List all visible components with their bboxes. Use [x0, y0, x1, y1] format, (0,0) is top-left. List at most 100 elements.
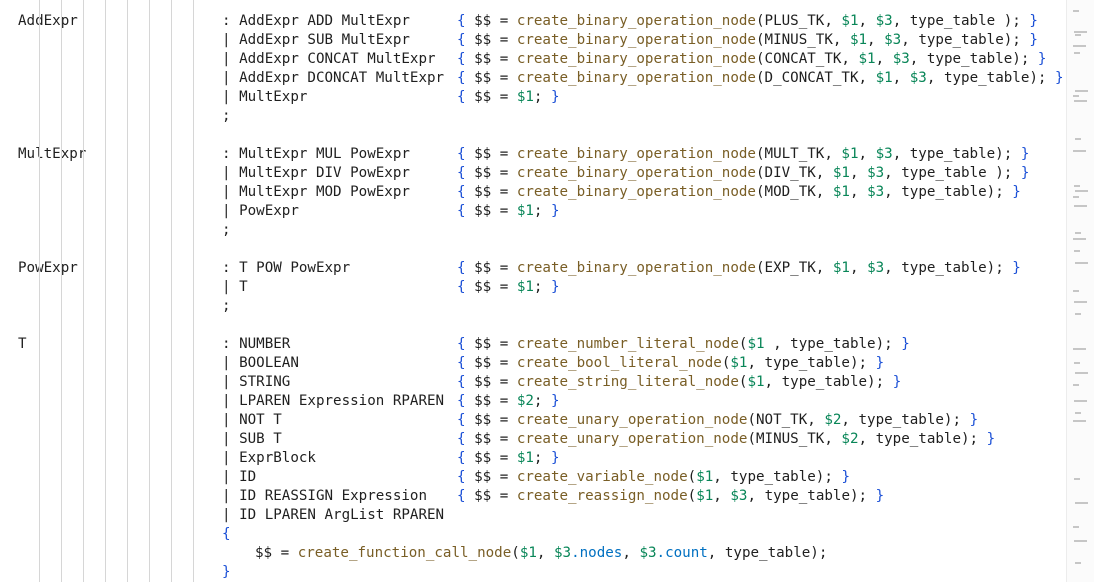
separator: : [222, 13, 231, 29]
semantic-action: { $$ = $1; } [457, 89, 560, 105]
separator: | [222, 507, 231, 523]
separator: | [222, 393, 231, 409]
assign-lhs: $$ = [474, 89, 517, 105]
semantic-value: $1 [841, 13, 859, 29]
assign-lhs: $$ = [474, 51, 517, 67]
grammar-line: | MultExpr MOD PowExpr { $$ = create_bina… [0, 183, 1066, 202]
semantic-action: { $$ = create_binary_operation_node(CONC… [457, 51, 1047, 67]
separator: | [222, 165, 231, 181]
minimap-line [1074, 100, 1087, 102]
minimap-line [1075, 90, 1088, 92]
assign-lhs: $$ = [474, 184, 517, 200]
production-symbols: MultExpr MUL PowExpr [239, 146, 410, 162]
terminator: ; [222, 222, 231, 238]
arg-text: , type_table); [892, 146, 1013, 162]
semantic-value: $1 [841, 146, 859, 162]
semantic-action: { $$ = create_unary_operation_node(NOT_T… [457, 412, 979, 428]
semantic-value: $3 [892, 51, 910, 67]
semantic-value: $1 [696, 488, 714, 504]
arg-text: DIV_TK, [764, 165, 833, 181]
grammar-line: | BOOLEAN { $$ = create_bool_literal_node… [0, 354, 1066, 373]
semantic-value: $1 [516, 89, 534, 105]
arg-text: , [713, 488, 731, 504]
grammar-line: | AddExpr SUB MultExpr { $$ = create_bina… [0, 31, 1066, 50]
assign-lhs: $$ = [474, 260, 517, 276]
action-open-brace: { [457, 165, 466, 181]
minimap-line [1073, 384, 1079, 386]
function-name: create_variable_node [516, 469, 688, 485]
minimap-line [1073, 10, 1079, 12]
semantic-value: $1 [730, 355, 748, 371]
assign-lhs: $$ = [474, 450, 517, 466]
action-close-brace: } [1037, 51, 1047, 67]
production: | AddExpr SUB MultExpr [222, 31, 410, 50]
arg-text: , [858, 146, 876, 162]
action-close-brace: } [986, 431, 996, 447]
production-symbols: LPAREN Expression RPAREN [239, 393, 445, 409]
function-name: create_binary_operation_node [516, 146, 756, 162]
action-close-brace: } [1020, 165, 1030, 181]
semantic-action: { $$ = create_bool_literal_node($1, type… [457, 355, 885, 371]
assign-lhs: $$ = [474, 146, 517, 162]
production-symbols: T POW PowExpr [239, 260, 351, 276]
assign-lhs: $$ = [255, 545, 298, 561]
function-name: create_binary_operation_node [516, 260, 756, 276]
production: | PowExpr [222, 202, 299, 221]
grammar-line: MultExpr: MultExpr MUL PowExpr{ $$ = cre… [0, 145, 1066, 164]
production: | ID [222, 468, 256, 487]
separator: | [222, 469, 231, 485]
arg-text: , type_table ); [884, 165, 1013, 181]
semantic-action: { $$ = $1; } [457, 450, 560, 466]
arg-text: D_CONCAT_TK, [764, 70, 876, 86]
minimap-line [1074, 52, 1080, 54]
grammar-line: | ExprBlock { $$ = $1; } [0, 449, 1066, 468]
arg-text: , type_table); [764, 336, 893, 352]
rule-name: AddExpr [18, 13, 78, 29]
production-symbols: STRING [239, 374, 291, 390]
production-symbols: AddExpr ADD MultExpr [239, 13, 410, 29]
production-symbols: ID LPAREN ArgList RPAREN [239, 507, 445, 523]
minimap-line [1074, 250, 1080, 252]
arg-text: , type_table); [713, 469, 833, 485]
semantic-value: $1 [516, 203, 534, 219]
arg-text: PLUS_TK, [764, 13, 842, 29]
semantic-value: $1 [858, 51, 876, 67]
terminator: ; [222, 298, 231, 314]
arg-text: CONCAT_TK, [764, 51, 859, 67]
grammar-line: | AddExpr DCONCAT MultExpr { $$ = create_… [0, 69, 1066, 88]
action-block-open: { [0, 525, 1066, 544]
minimap-line [1074, 362, 1080, 364]
semantic-value: $3 [639, 545, 657, 561]
minimap[interactable] [1066, 0, 1094, 582]
semantic-action: { $$ = $2; } [457, 393, 560, 409]
action-close-brace: } [551, 279, 560, 295]
production-symbols: AddExpr SUB MultExpr [239, 32, 410, 48]
field-access: .count [656, 545, 708, 561]
semantic-value: $1 [832, 260, 850, 276]
grammar-line: | AddExpr CONCAT MultExpr { $$ = create_b… [0, 50, 1066, 69]
minimap-line [1074, 31, 1087, 33]
action-close-brace: } [551, 203, 560, 219]
grammar-line: | LPAREN Expression RPAREN { $$ = $2; } [0, 392, 1066, 411]
arg-text: , type_table ); [892, 13, 1021, 29]
separator: | [222, 374, 231, 390]
function-name: create_reassign_node [516, 488, 688, 504]
action-open-brace: { [457, 393, 466, 409]
action-close-brace: } [1055, 70, 1064, 86]
minimap-line [1074, 540, 1087, 542]
minimap-line [1075, 502, 1088, 504]
production-symbols: MultExpr DIV PowExpr [239, 165, 410, 181]
action-close-brace: } [551, 450, 560, 466]
arg-text: , [849, 165, 868, 181]
grammar-line: | T { $$ = $1; } [0, 278, 1066, 297]
semantic-action: { $$ = create_string_literal_node($1, ty… [457, 374, 902, 390]
production: | STRING [222, 373, 290, 392]
assign-lhs: $$ = [474, 203, 517, 219]
production-symbols: ID [239, 469, 257, 485]
action-close-brace: } [1029, 13, 1038, 29]
assign-lhs: $$ = [474, 13, 517, 29]
action-open-brace: { [457, 279, 466, 295]
assign-lhs: $$ = [474, 32, 517, 48]
grammar-line: | MultExpr DIV PowExpr { $$ = create_bina… [0, 164, 1066, 183]
code-editor[interactable]: AddExpr: AddExpr ADD MultExpr { $$ = crea… [0, 0, 1066, 582]
